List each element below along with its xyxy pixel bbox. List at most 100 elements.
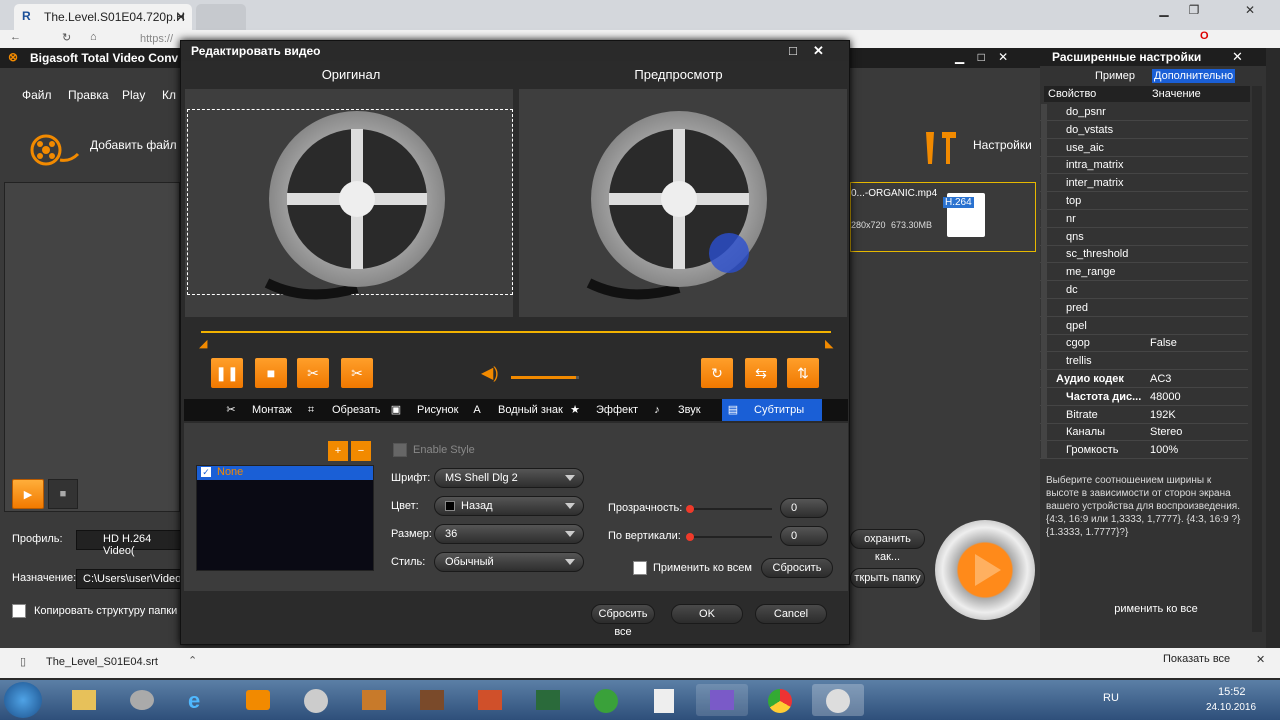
ok-button[interactable]: OK [671, 604, 743, 624]
taskbar-document-icon[interactable] [638, 684, 690, 716]
rotate-button[interactable]: ↻ [701, 358, 733, 388]
property-row[interactable]: qpel [1040, 317, 1248, 335]
maximize-icon[interactable]: □ [978, 50, 985, 64]
maximize-icon[interactable]: ❐ [1180, 0, 1208, 20]
flip-horizontal-button[interactable]: ⇆ [745, 358, 777, 388]
save-as-button[interactable]: охранить как... [850, 529, 925, 563]
close-icon[interactable]: ✕ [813, 43, 824, 59]
convert-button[interactable] [935, 520, 1035, 620]
slider-thumb[interactable] [686, 505, 694, 513]
volume-slider[interactable] [511, 376, 579, 379]
flip-vertical-button[interactable]: ⇅ [787, 358, 819, 388]
add-file-button[interactable]: Добавить файл [90, 138, 177, 152]
property-row[interactable]: pred [1040, 299, 1248, 317]
taskbar-utorrent-icon[interactable] [580, 684, 632, 716]
reset-all-button[interactable]: Сбросить все [591, 604, 655, 638]
list-item[interactable]: ✓ None [197, 466, 373, 480]
minimize-icon[interactable]: ▁ [955, 50, 964, 64]
size-select[interactable]: 36 [434, 524, 584, 544]
property-row[interactable]: top [1040, 192, 1248, 210]
property-row[interactable]: do_psnr [1040, 103, 1248, 121]
open-folder-button[interactable]: ткрыть папку [850, 568, 925, 588]
property-row[interactable]: use_aic [1040, 139, 1248, 157]
download-file-name[interactable]: The_Level_S01E04.srt [46, 656, 158, 668]
trim-start-marker[interactable]: ◢ [199, 337, 207, 350]
property-group-row[interactable]: Аудио кодек AC3 [1040, 370, 1248, 388]
stop-button[interactable]: ■ [48, 479, 78, 509]
taskbar-app-icon[interactable] [116, 684, 168, 716]
scrollbar[interactable] [1252, 86, 1262, 632]
chevron-up-icon[interactable]: ⌃ [188, 654, 197, 667]
property-row[interactable]: dc [1040, 281, 1248, 299]
property-row[interactable]: inter_matrix [1040, 174, 1248, 193]
taskbar-download-icon[interactable] [348, 684, 400, 716]
volume-icon[interactable]: ◀) [481, 363, 499, 383]
style-select[interactable]: Обычный [434, 552, 584, 572]
slider-thumb[interactable] [686, 533, 694, 541]
transparency-spin[interactable]: 0 [780, 498, 828, 518]
color-select[interactable]: Назад [434, 496, 584, 516]
property-row[interactable]: me_range [1040, 263, 1248, 282]
property-row[interactable]: Bitrate 192K [1040, 406, 1248, 424]
taskbar-explorer-icon[interactable] [58, 684, 110, 716]
property-row[interactable]: sc_threshold [1040, 245, 1248, 264]
tab-watermark[interactable]: A Водный знак [470, 399, 563, 421]
vertical-spin[interactable]: 0 [780, 526, 828, 546]
menu-file[interactable]: Файл [22, 88, 52, 102]
menu-clip[interactable]: Кл [162, 88, 176, 102]
opera-icon[interactable]: O [1200, 30, 1209, 42]
close-icon[interactable]: ✕ [1236, 0, 1264, 20]
back-icon[interactable]: ← [10, 31, 21, 43]
close-icon[interactable]: ✕ [1232, 49, 1243, 65]
table-scrollbar[interactable] [1041, 104, 1047, 459]
tab-audio[interactable]: ♪ Звук [650, 399, 700, 421]
property-row[interactable]: trellis [1040, 352, 1248, 371]
cancel-button[interactable]: Cancel [755, 604, 827, 624]
vertical-slider[interactable] [686, 533, 772, 541]
file-list-item[interactable]: 0...-ORGANIC.mp4 280x720 673.30MB H.264 [850, 182, 1036, 252]
timeline-track[interactable] [201, 331, 831, 333]
taskbar-disc-icon[interactable] [290, 684, 342, 716]
transparency-slider[interactable] [686, 505, 772, 513]
property-row[interactable]: qns [1040, 228, 1248, 246]
new-tab-button[interactable] [196, 4, 246, 30]
split-button[interactable]: ✂ [341, 358, 373, 388]
property-row[interactable]: cgop False [1040, 334, 1248, 353]
start-button[interactable] [4, 682, 42, 718]
checkbox-checked-icon[interactable]: ✓ [201, 467, 211, 477]
tab-trim[interactable]: ✂ Монтаж [224, 399, 291, 421]
tab-additional[interactable]: Дополнительно [1152, 69, 1236, 83]
property-row[interactable]: Каналы Stereo [1040, 423, 1248, 442]
taskbar-bigasoft-icon[interactable] [812, 684, 864, 716]
language-indicator[interactable]: RU [1103, 692, 1119, 704]
taskbar-player-icon[interactable] [232, 684, 284, 716]
tab-picture[interactable]: ▣ Рисунок [389, 399, 459, 421]
taskbar-app-icon[interactable] [464, 684, 516, 716]
close-icon[interactable]: ✕ [998, 50, 1008, 64]
tab-crop[interactable]: ⌗ Обрезать [304, 399, 381, 421]
play-button[interactable]: ▶ [12, 479, 44, 509]
pause-button[interactable]: ❚❚ [211, 358, 243, 388]
tab-example[interactable]: Пример [1095, 70, 1135, 82]
property-row[interactable]: nr [1040, 210, 1248, 228]
reload-icon[interactable]: ↻ [62, 31, 71, 44]
maximize-icon[interactable]: □ [789, 43, 797, 58]
menu-play[interactable]: Play [122, 88, 145, 102]
minimize-icon[interactable]: ▁ [1150, 0, 1178, 20]
taskbar-vs-icon[interactable] [696, 684, 748, 716]
show-all-button[interactable]: Показать все [1163, 653, 1230, 665]
remove-subtitle-button[interactable]: − [351, 441, 371, 461]
property-row[interactable]: do_vstats [1040, 121, 1248, 139]
property-row[interactable]: Частота дис... 48000 [1040, 388, 1248, 406]
add-file-icon[interactable] [30, 130, 80, 170]
font-select[interactable]: MS Shell Dlg 2 [434, 468, 584, 488]
property-row[interactable]: Громкость 100% [1040, 441, 1248, 460]
browser-tab[interactable]: R The.Level.S01E04.720p.H ✕ [14, 4, 192, 30]
apply-all-checkbox[interactable] [633, 561, 647, 575]
menu-edit[interactable]: Правка [68, 88, 109, 102]
taskbar-terminal-icon[interactable] [522, 684, 574, 716]
tab-subtitles[interactable]: ▤ Субтитры [722, 399, 822, 421]
settings-tools-icon[interactable] [920, 128, 966, 168]
taskbar-ie-icon[interactable]: e [174, 684, 226, 716]
settings-button[interactable]: Настройки [973, 138, 1032, 152]
